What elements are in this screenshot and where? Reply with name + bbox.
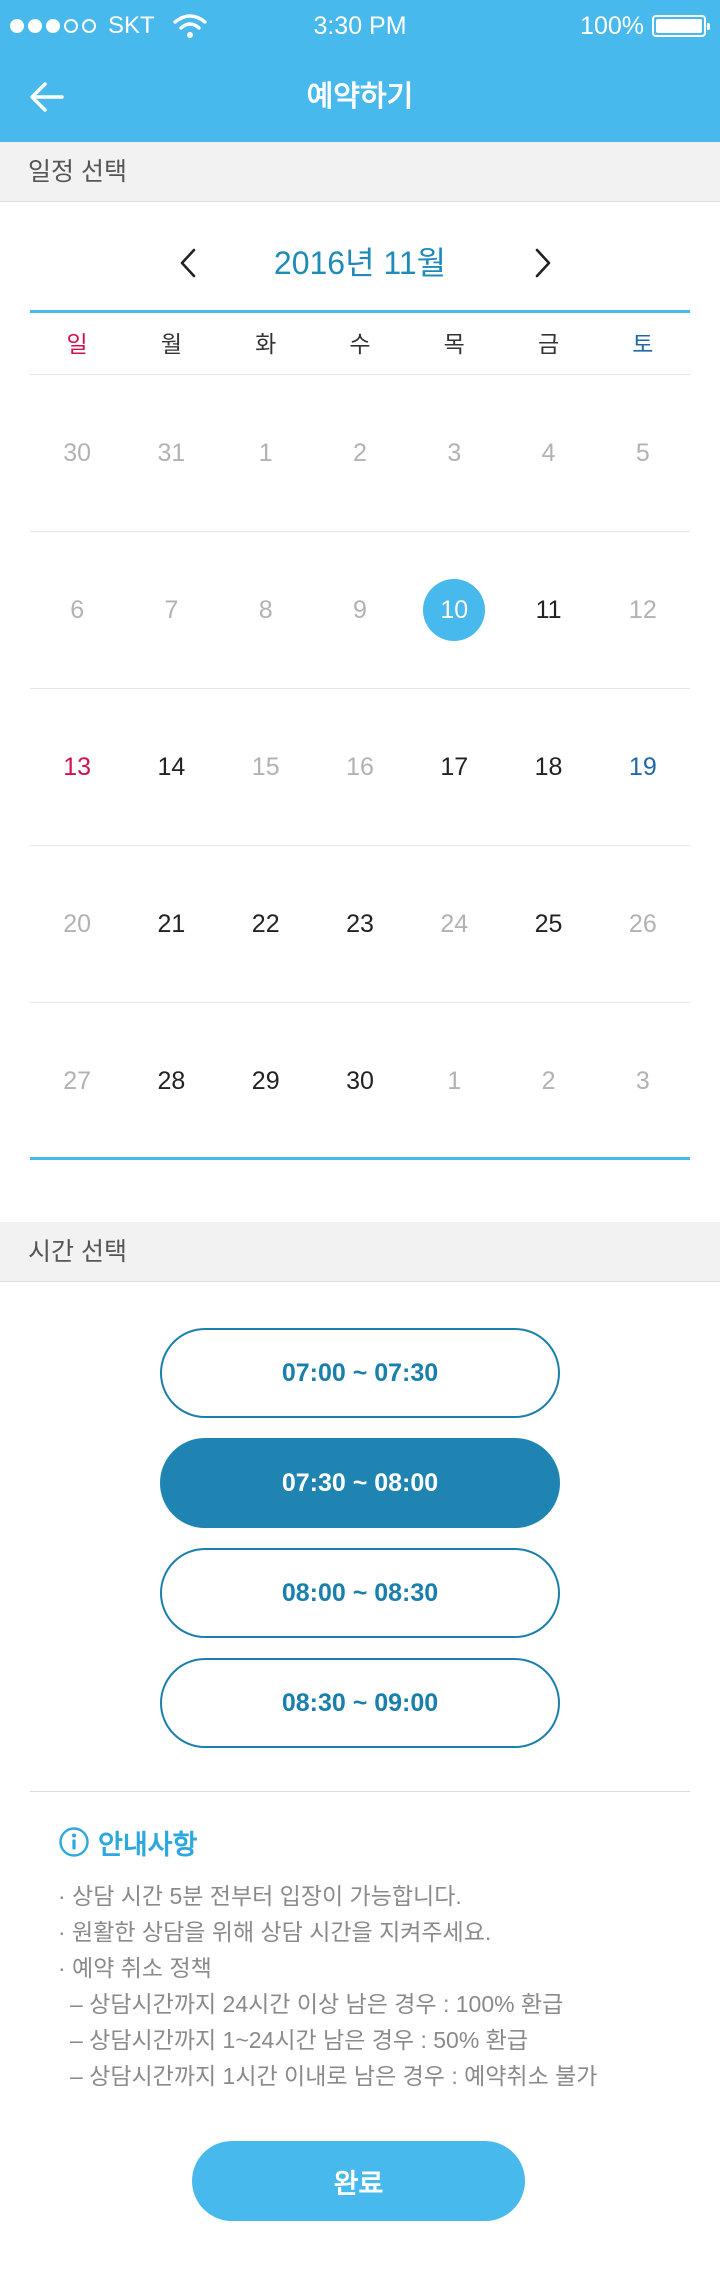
battery-icon	[652, 15, 710, 37]
calendar-week: 30 31 1 2 3 4 5	[30, 375, 690, 532]
weekday-label: 목	[443, 331, 465, 357]
info-icon	[59, 1827, 89, 1857]
calendar-day[interactable]: 6	[30, 532, 124, 688]
time-section-header: 시간 선택	[0, 1222, 720, 1282]
time-slot-button-selected[interactable]: 07:30 ~ 08:00	[160, 1438, 560, 1528]
next-month-button[interactable]	[518, 238, 568, 288]
notice-item: · 예약 취소 정책	[58, 1955, 212, 1981]
calendar-grid: 30 31 1 2 3 4 5 6 7 8 9 10 11 12 13 14 1…	[30, 375, 690, 1160]
calendar-day[interactable]: 24	[407, 846, 501, 1002]
back-button[interactable]	[22, 72, 72, 122]
calendar-day[interactable]: 27	[30, 1003, 124, 1160]
time-slot-list: 07:00 ~ 07:30 07:30 ~ 08:00 08:00 ~ 08:3…	[160, 1328, 560, 1768]
calendar-day[interactable]: 8	[219, 532, 313, 688]
calendar-day-selected[interactable]: 10	[407, 532, 501, 688]
calendar-day[interactable]: 15	[219, 689, 313, 845]
calendar-day[interactable]: 19	[596, 689, 690, 845]
calendar-day[interactable]: 21	[124, 846, 218, 1002]
notice-item: · 상담 시간 5분 전부터 입장이 가능합니다.	[58, 1883, 462, 1909]
calendar-day[interactable]: 30	[30, 375, 124, 531]
calendar-day[interactable]: 31	[124, 375, 218, 531]
notice-item: · 원활한 상담을 위해 상담 시간을 지켜주세요.	[58, 1919, 492, 1945]
month-label: 2016년 11월	[273, 245, 447, 281]
calendar-week: 13 14 15 16 17 18 19	[30, 689, 690, 846]
calendar-nav: 2016년 11월	[0, 228, 720, 298]
calendar-week: 27 28 29 30 1 2 3	[30, 1003, 690, 1160]
calendar-day[interactable]: 13	[30, 689, 124, 845]
calendar-day[interactable]: 11	[501, 532, 595, 688]
calendar-day[interactable]: 17	[407, 689, 501, 845]
calendar-day[interactable]: 23	[313, 846, 407, 1002]
calendar-day[interactable]: 4	[501, 375, 595, 531]
arrow-left-icon	[30, 82, 64, 112]
weekday-label: 화	[255, 331, 277, 357]
calendar-day[interactable]: 28	[124, 1003, 218, 1160]
time-slot-button[interactable]: 08:00 ~ 08:30	[160, 1548, 560, 1638]
weekday-label: 토	[632, 331, 654, 357]
calendar-day[interactable]: 25	[501, 846, 595, 1002]
weekday-row: 일 월 화 수 목 금 토	[30, 313, 690, 375]
calendar-day[interactable]: 3	[407, 375, 501, 531]
weekday-label: 월	[160, 331, 182, 357]
status-bar: SKT 3:30 PM 100%	[0, 0, 720, 52]
notice-list: · 상담 시간 5분 전부터 입장이 가능합니다. · 원활한 상담을 위해 상…	[58, 1878, 678, 2094]
app-header: SKT 3:30 PM 100% 예약하기	[0, 0, 720, 142]
weekday-label: 수	[349, 331, 371, 357]
calendar-day[interactable]: 14	[124, 689, 218, 845]
battery-area: 100%	[580, 10, 710, 42]
calendar-day[interactable]: 30	[313, 1003, 407, 1160]
notice-sub-item: – 상담시간까지 24시간 이상 남은 경우 : 100% 환급	[70, 1991, 564, 2017]
calendar-day[interactable]: 26	[596, 846, 690, 1002]
calendar-day[interactable]: 22	[219, 846, 313, 1002]
calendar-week: 6 7 8 9 10 11 12	[30, 532, 690, 689]
weekday-label: 일	[66, 331, 88, 357]
calendar-day[interactable]: 16	[313, 689, 407, 845]
notice-sub-item: – 상담시간까지 1~24시간 남은 경우 : 50% 환급	[70, 2027, 528, 2053]
calendar-day[interactable]: 7	[124, 532, 218, 688]
page-title: 예약하기	[306, 81, 414, 113]
calendar-divider	[30, 1157, 690, 1160]
calendar-day[interactable]: 20	[30, 846, 124, 1002]
calendar-day[interactable]: 9	[313, 532, 407, 688]
notice-box: 안내사항 · 상담 시간 5분 전부터 입장이 가능합니다. · 원활한 상담을…	[58, 1822, 678, 2094]
time-slot-button[interactable]: 08:30 ~ 09:00	[160, 1658, 560, 1748]
calendar-day[interactable]: 18	[501, 689, 595, 845]
calendar-week: 20 21 22 23 24 25 26	[30, 846, 690, 1003]
calendar-day[interactable]: 1	[219, 375, 313, 531]
calendar-day[interactable]: 29	[219, 1003, 313, 1160]
calendar-day[interactable]: 12	[596, 532, 690, 688]
calendar-day[interactable]: 5	[596, 375, 690, 531]
calendar-day[interactable]: 3	[596, 1003, 690, 1160]
section-divider	[30, 1791, 690, 1792]
calendar-day[interactable]: 2	[501, 1003, 595, 1160]
done-button[interactable]: 완료	[192, 2141, 525, 2221]
notice-header: 안내사항	[58, 1822, 678, 1862]
battery-label: 100%	[580, 11, 644, 40]
time-slot-button[interactable]: 07:00 ~ 07:30	[160, 1328, 560, 1418]
chevron-left-icon	[180, 248, 196, 278]
date-section-header: 일정 선택	[0, 142, 720, 202]
weekday-label: 금	[537, 331, 560, 357]
notice-sub-item: – 상담시간까지 1시간 이내로 남은 경우 : 예약취소 불가	[70, 2063, 598, 2089]
nav-bar: 예약하기	[0, 52, 720, 142]
calendar-day[interactable]: 1	[407, 1003, 501, 1160]
chevron-right-icon	[535, 248, 551, 278]
notice-title: 안내사항	[98, 1829, 198, 1860]
calendar-day[interactable]: 2	[313, 375, 407, 531]
